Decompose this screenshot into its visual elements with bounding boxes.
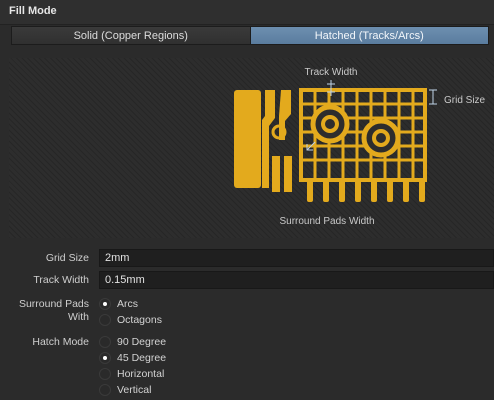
hatch-preview: Track Width Grid Size Surround Pads Widt… (9, 58, 494, 238)
grid-size-input[interactable]: 2mm (99, 249, 494, 267)
radio-label: Vertical (117, 384, 152, 396)
radio-label: Horizontal (117, 368, 165, 380)
radio-label: 90 Degree (117, 336, 167, 348)
tab-hatched-tracks-arcs[interactable]: Hatched (Tracks/Arcs) (249, 27, 488, 44)
radio-button[interactable] (99, 352, 111, 364)
section-header: Fill Mode (0, 0, 494, 25)
radio-button[interactable] (99, 298, 111, 310)
track-width-caption: Track Width (305, 67, 358, 78)
surround-pads-option-octagons[interactable]: Octagons (99, 312, 162, 328)
grid-size-label: Grid Size (45, 252, 89, 264)
radio-button[interactable] (99, 384, 111, 396)
radio-label: 45 Degree (117, 352, 167, 364)
hatch-mode-option-horizontal[interactable]: Horizontal (99, 366, 164, 382)
section-title: Fill Mode (9, 5, 57, 17)
hatch-mode-option-vertical[interactable]: Vertical (99, 382, 151, 398)
radio-button[interactable] (99, 368, 111, 380)
surround-pads-width-caption: Surround Pads Width (279, 216, 374, 227)
surround-pads-label: Surround Pads With (18, 298, 89, 323)
radio-label: Arcs (117, 298, 138, 310)
grid-size-caption: Grid Size (444, 95, 486, 106)
hatch-preview-diagram: Track Width Grid Size Surround Pads Widt… (234, 67, 486, 227)
hatch-mode-option-45-degree[interactable]: 45 Degree (99, 350, 166, 366)
radio-label: Octagons (117, 314, 162, 326)
fill-mode-panel: Fill Mode Solid (Copper Regions) Hatched… (0, 0, 494, 400)
fill-mode-toggle: Solid (Copper Regions) Hatched (Tracks/A… (11, 26, 489, 45)
tab-solid-copper-regions[interactable]: Solid (Copper Regions) (12, 27, 250, 44)
radio-button[interactable] (99, 336, 111, 348)
radio-button[interactable] (99, 314, 111, 326)
track-width-label: Track Width (33, 274, 89, 286)
copper-block (234, 90, 261, 188)
hatch-mode-option-90-degree[interactable]: 90 Degree (99, 334, 166, 350)
surround-pads-option-arcs[interactable]: Arcs (99, 296, 138, 312)
copper-trace (272, 156, 280, 192)
track-width-input[interactable]: 0.15mm (99, 271, 494, 289)
hatch-mode-label: Hatch Mode (32, 336, 89, 348)
copper-trace (284, 156, 292, 192)
